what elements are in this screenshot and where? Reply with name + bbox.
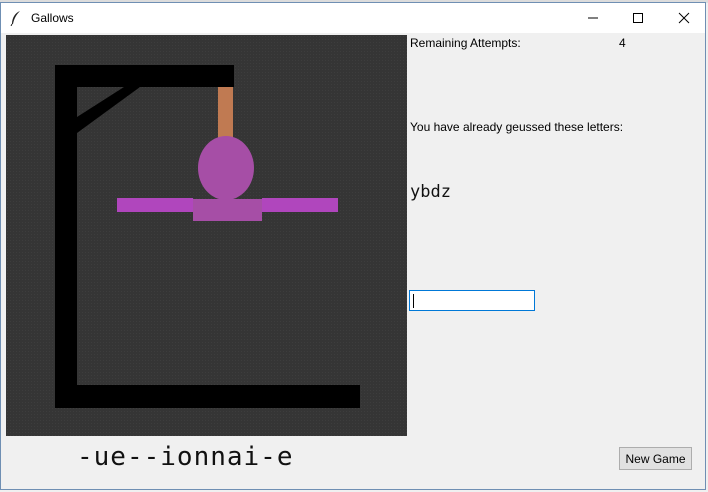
remaining-attempts-label: Remaining Attempts: [410, 36, 521, 50]
rope [218, 87, 233, 141]
gallows-brace [77, 87, 140, 133]
minimize-button[interactable] [570, 3, 616, 33]
close-button[interactable] [661, 3, 707, 33]
guessed-letters-label: You have already geussed these letters: [410, 120, 624, 134]
new-game-button[interactable]: New Game [619, 447, 692, 470]
head [198, 136, 254, 200]
left-arm [117, 198, 193, 212]
text-caret [413, 294, 414, 308]
close-icon [678, 12, 690, 24]
maximize-button[interactable] [615, 3, 661, 33]
title-bar[interactable]: Gallows [1, 3, 705, 33]
maximize-icon [633, 13, 643, 23]
torso [193, 199, 262, 221]
gallows-top-beam [55, 65, 234, 87]
right-arm [262, 198, 338, 212]
gallows-post [55, 65, 77, 408]
minimize-icon [588, 17, 598, 19]
guessed-letters: ybdz [410, 182, 451, 202]
remaining-attempts-count: 4 [619, 36, 626, 50]
guess-input[interactable] [409, 290, 535, 311]
feather-icon [10, 11, 20, 26]
gallows-canvas [6, 35, 407, 436]
gallows-drawing [55, 65, 360, 408]
gallows-base [55, 385, 360, 408]
word-progress: -ue--ionnai-e [77, 442, 294, 472]
window-title: Gallows [31, 11, 74, 25]
